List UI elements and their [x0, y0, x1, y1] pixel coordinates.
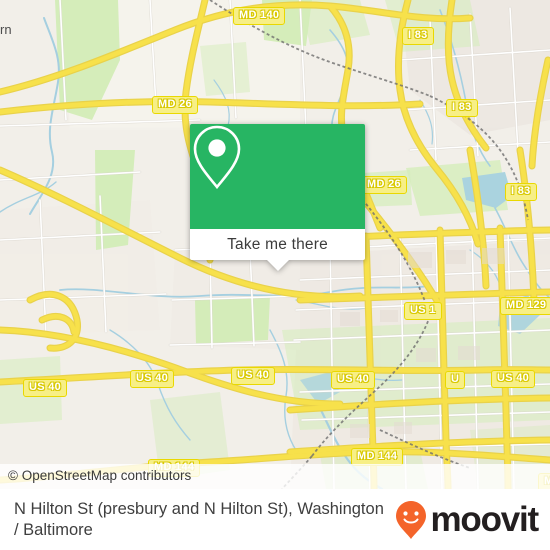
popup-pointer-tail: [266, 260, 289, 271]
road-shield: MD 129: [500, 297, 550, 315]
moovit-brand[interactable]: moovit: [395, 500, 539, 540]
location-pin-icon: [193, 125, 241, 190]
popup-header: [190, 124, 365, 229]
road-shield: I 83: [505, 183, 537, 201]
road-shield: US 40: [23, 379, 68, 397]
location-title: N Hilton St (presbury and N Hilton St), …: [14, 499, 384, 539]
road-shield: US 1: [404, 302, 442, 320]
road-shield: U: [445, 371, 466, 389]
popup-action-button[interactable]: Take me there: [190, 229, 365, 260]
road-shield: US 40: [130, 370, 175, 388]
map-canvas[interactable]: .rd { stroke:#f7e14b; stroke-linecap:rou…: [0, 0, 550, 489]
map-attribution[interactable]: © OpenStreetMap contributors: [0, 464, 550, 489]
road-shield: MD 26: [152, 96, 198, 114]
popup-action-label: Take me there: [227, 235, 328, 253]
road-shield: I 83: [402, 27, 434, 45]
road-shield: MD 26: [361, 176, 407, 194]
page-footer: N Hilton St (presbury and N Hilton St), …: [0, 489, 550, 550]
moovit-pin-smiley-icon: [396, 500, 427, 539]
road-shield: I 83: [446, 99, 478, 117]
moovit-wordmark: moovit: [430, 500, 539, 539]
map-screen: .rd { stroke:#f7e14b; stroke-linecap:rou…: [0, 0, 550, 550]
road-shield: US 40: [331, 371, 376, 389]
road-shield: MD 140: [233, 7, 286, 25]
location-popup-card[interactable]: Take me there: [190, 124, 365, 271]
road-shield: US 40: [231, 367, 276, 385]
road-shield: US 40: [491, 370, 536, 388]
map-edge-label: rn: [0, 22, 12, 37]
